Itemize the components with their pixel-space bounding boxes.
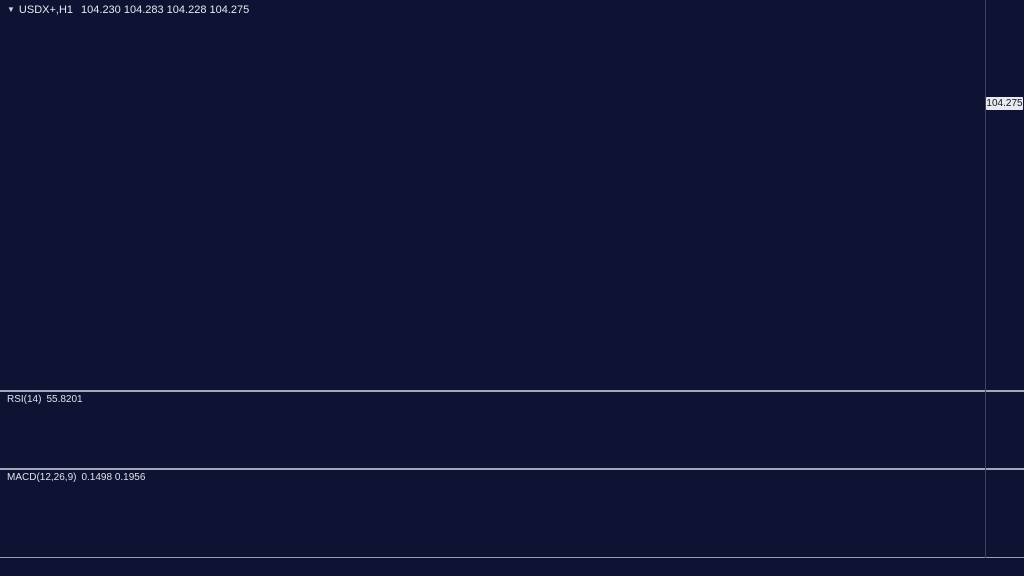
rsi-panel-label: RSI(14) 55.8201 [7,394,88,405]
current-price-tag: 104.275 [986,97,1023,110]
macd-indicator-name: MACD(12,26,9) [7,472,76,483]
rsi-indicator-name: RSI(14) [7,394,41,405]
panel-separator[interactable] [0,468,1024,470]
symbol-period-label: USDX+,H1 [19,4,73,16]
macd-indicator-values: 0.1498 0.1956 [81,472,145,483]
main-chart-canvas[interactable] [0,0,985,390]
macd-panel-label: MACD(12,26,9) 0.1498 0.1956 [7,472,150,483]
rsi-indicator-value: 55.8201 [46,394,82,405]
rsi-indicator-canvas[interactable] [0,392,985,468]
macd-indicator-canvas[interactable] [0,470,985,558]
price-axis-border [985,0,986,558]
symbol-dropdown-icon[interactable]: ▼ [7,5,15,14]
time-axis-border [0,557,1024,558]
panel-separator[interactable] [0,390,1024,392]
chart-header: ▼ USDX+,H1 104.230 104.283 104.228 104.275 [7,4,249,16]
ohlc-quote-values: 104.230 104.283 104.228 104.275 [81,4,249,16]
chart-window: ▼ USDX+,H1 104.230 104.283 104.228 104.275… [0,0,1024,576]
